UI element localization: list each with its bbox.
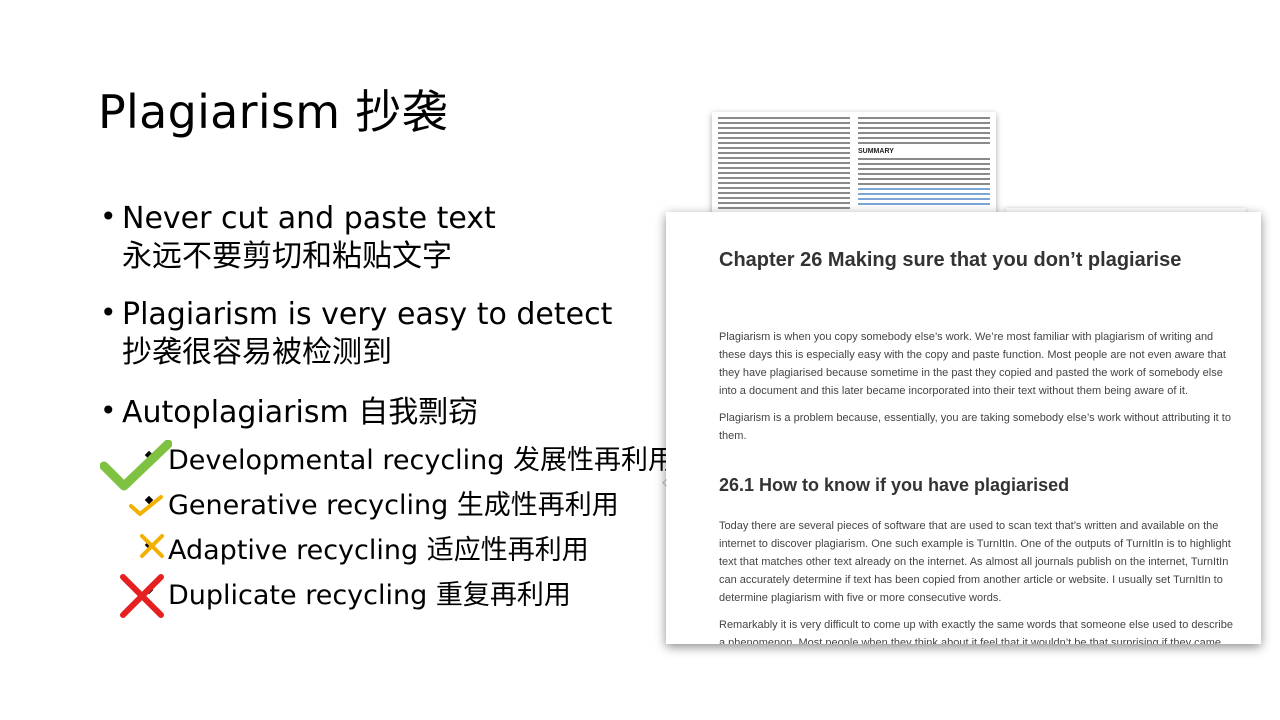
bullet-item: • Plagiarism is very easy to detect 抄袭很容… xyxy=(100,296,612,372)
paper-column-right: SUMMARY xyxy=(858,114,990,208)
cross-icon xyxy=(120,574,164,618)
bullet-text-en: Autoplagiarism 自我剽窃 xyxy=(122,395,479,430)
paragraph: Remarkably it is very difficult to come … xyxy=(719,619,1233,644)
bullet-text-en: Plagiarism is very easy to detect xyxy=(122,297,613,332)
section-title: 26.1 How to know if you have plagiarised xyxy=(719,475,1070,495)
cross-icon xyxy=(140,534,164,558)
sub-bullet-label: Adaptive recycling 适应性再利用 xyxy=(168,535,589,566)
chevron-left-icon: ‹ xyxy=(661,472,669,493)
sub-bullet-label: Developmental recycling 发展性再利用 xyxy=(168,445,676,476)
sub-bullet-duplicate: Duplicate recycling 重复再利用 xyxy=(144,579,571,613)
paper-scan-image: SUMMARY xyxy=(712,112,996,218)
bullet-dot: • xyxy=(100,296,117,329)
paragraph: Plagiarism is a problem because, essenti… xyxy=(719,412,1231,442)
slide-title: Plagiarism 抄袭 xyxy=(98,85,448,139)
bullet-text-zh: 永远不要剪切和粘贴文字 xyxy=(122,239,452,274)
paragraph: Plagiarism is when you copy somebody els… xyxy=(719,331,1226,397)
bullet-text-en: Never cut and paste text xyxy=(122,201,496,236)
bullet-dot: • xyxy=(100,200,117,233)
sub-bullet-label: Duplicate recycling 重复再利用 xyxy=(168,580,571,611)
sub-bullet-generative: Generative recycling 生成性再利用 xyxy=(144,489,619,523)
sub-bullet-label: Generative recycling 生成性再利用 xyxy=(168,490,619,521)
book-page-image: Chapter 26 Making sure that you don’t pl… xyxy=(666,212,1261,644)
check-icon xyxy=(129,495,163,516)
check-icon xyxy=(100,440,172,491)
sub-bullet-adaptive: Adaptive recycling 适应性再利用 xyxy=(144,534,589,568)
bullet-text-zh: 抄袭很容易被检测到 xyxy=(122,335,392,370)
sub-bullet-developmental: Developmental recycling 发展性再利用 xyxy=(144,444,676,478)
bullet-item: • Never cut and paste text 永远不要剪切和粘贴文字 xyxy=(100,200,496,276)
bullet-dot: • xyxy=(100,394,117,427)
paragraph: Today there are several pieces of softwa… xyxy=(719,520,1231,604)
bullet-item: • Autoplagiarism 自我剽窃 xyxy=(100,394,478,432)
paper-column-left xyxy=(718,114,850,217)
chapter-title: Chapter 26 Making sure that you don’t pl… xyxy=(719,249,1182,271)
paper-summary-heading: SUMMARY xyxy=(858,148,894,155)
